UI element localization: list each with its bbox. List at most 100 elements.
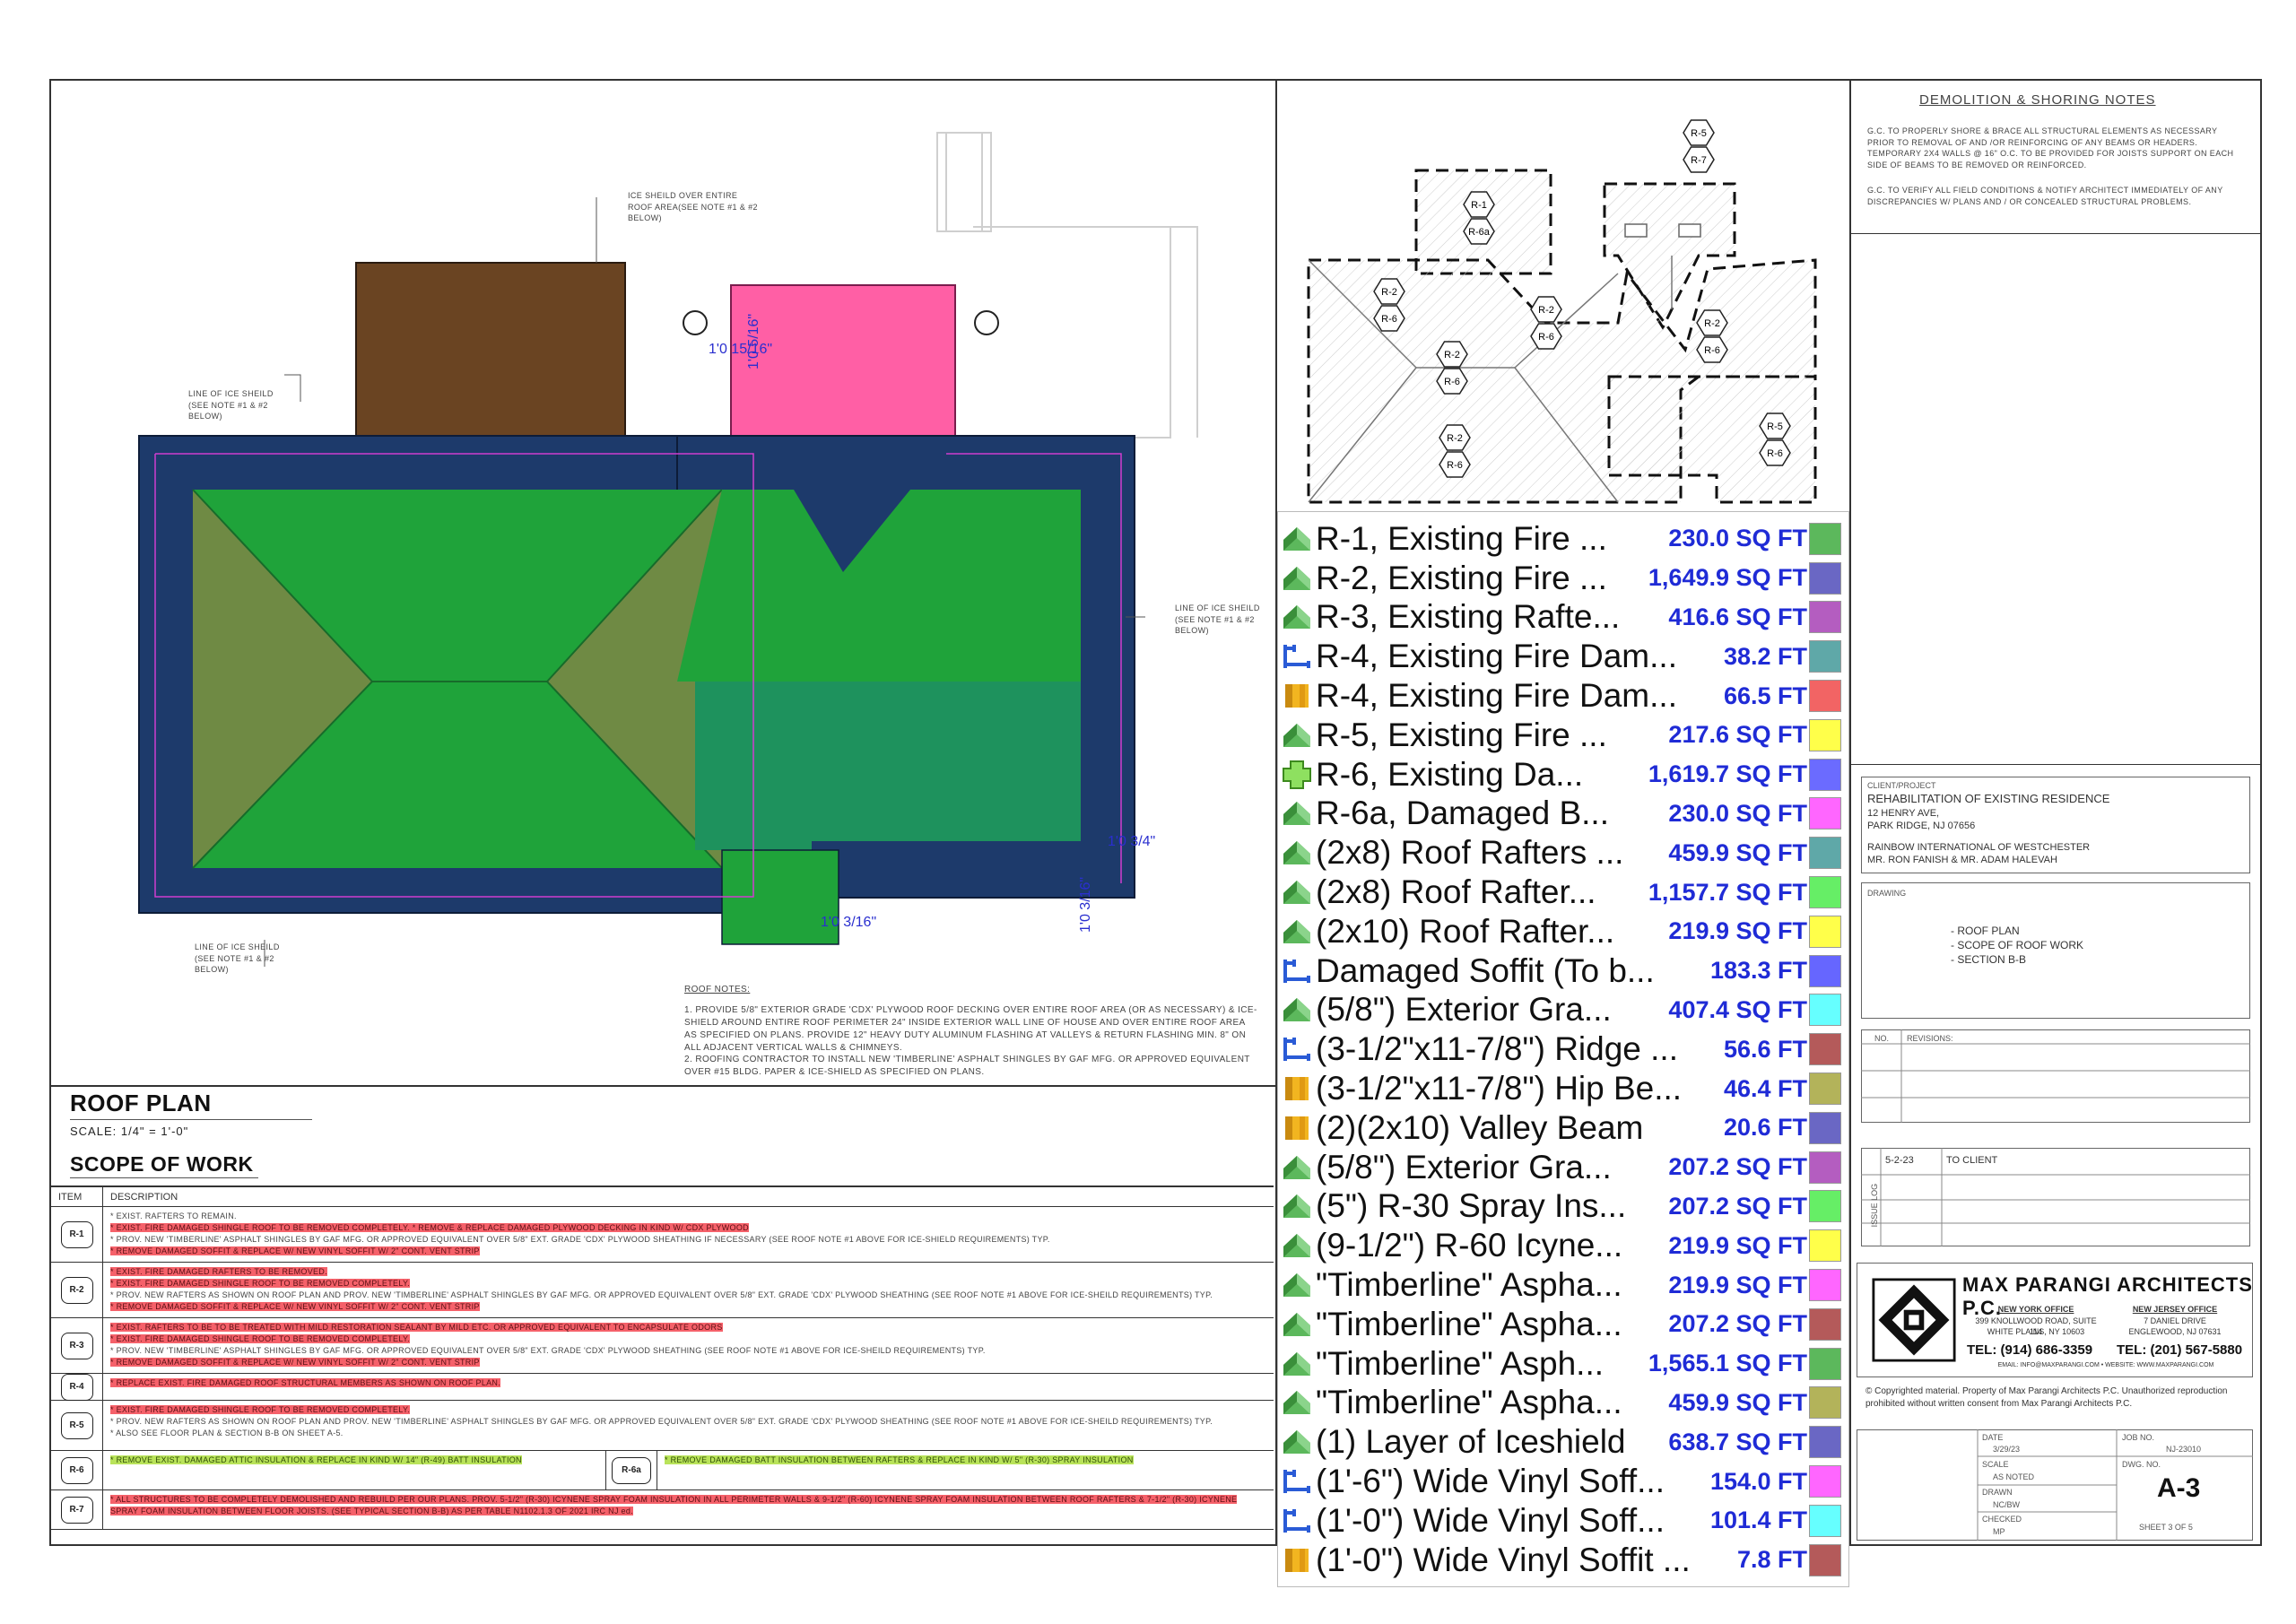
scope-table-header: ITEM DESCRIPTION (51, 1187, 1274, 1207)
legend-row[interactable]: R-5, Existing Fire ... 217.6 SQ FT (1278, 716, 1848, 755)
scope-line: * REMOVE DAMAGED BATT INSULATION BETWEEN… (665, 1455, 1134, 1464)
scope-line: * REMOVE EXIST. DAMAGED ATTIC INSULATION… (110, 1455, 522, 1464)
legend-color-swatch[interactable] (1809, 876, 1841, 909)
legend-row[interactable]: (2)(2x10) Valley Beam 20.6 FT (1278, 1108, 1848, 1148)
scope-line: * ALSO SEE FLOOR PLAN & SECTION B-B ON S… (110, 1429, 344, 1438)
count-block-icon (1278, 1071, 1316, 1107)
legend-row[interactable]: (9-1/2") R-60 Icyne... 219.9 SQ FT (1278, 1226, 1848, 1265)
scope-description: * REPLACE EXIST. FIRE DAMAGED ROOF STRUC… (103, 1374, 1274, 1400)
legend-item-name: R-5, Existing Fire ... (1316, 716, 1607, 753)
drawing-item-3: - SECTION B-B (1951, 953, 2027, 966)
scale-value: AS NOTED (1993, 1472, 2035, 1481)
legend-row[interactable]: R-2, Existing Fire ... 1,649.9 SQ FT (1278, 559, 1848, 598)
legend-row[interactable]: (2x8) Roof Rafter... 1,157.7 SQ FT (1278, 873, 1848, 912)
legend-color-swatch[interactable] (1809, 758, 1841, 791)
legend-color-swatch[interactable] (1809, 994, 1841, 1027)
legend-row[interactable]: (2x8) Roof Rafters ... 459.9 SQ FT (1278, 833, 1848, 873)
key-plan-tag-label: R-2 (1538, 305, 1554, 316)
date-value: 3/29/23 (1993, 1445, 2021, 1454)
key-plan-tag-label: R-6a (1468, 227, 1491, 238)
legend-row[interactable]: (5/8") Exterior Gra... 207.2 SQ FT (1278, 1148, 1848, 1187)
legend-color-swatch[interactable] (1809, 680, 1841, 713)
legend-color-swatch[interactable] (1809, 718, 1841, 751)
dwg-number: A-3 (2157, 1473, 2201, 1503)
legend-color-swatch[interactable] (1809, 1229, 1841, 1263)
scope-line: * EXIST. FIRE DAMAGED SHINGLE ROOF TO BE… (110, 1334, 410, 1344)
legend-row[interactable]: "Timberline" Aspha... 459.9 SQ FT (1278, 1384, 1848, 1423)
legend-color-swatch[interactable] (1809, 1386, 1841, 1420)
legend-row[interactable]: (1'-0") Wide Vinyl Soffit ... 7.8 FT (1278, 1541, 1848, 1580)
legend-row[interactable]: R-6, Existing Da... 1,619.7 SQ FT (1278, 755, 1848, 795)
roof-area-icon (1278, 717, 1316, 753)
legend-color-swatch[interactable] (1809, 1073, 1841, 1106)
legend-color-swatch[interactable] (1809, 601, 1841, 634)
legend-color-swatch[interactable] (1809, 561, 1841, 595)
legend-row[interactable]: (5/8") Exterior Gra... 407.4 SQ FT (1278, 991, 1848, 1030)
linear-measure-icon (1278, 953, 1316, 989)
scope-item-cell: R-3 (51, 1318, 103, 1373)
legend-color-swatch[interactable] (1809, 522, 1841, 555)
legend-color-swatch[interactable] (1809, 915, 1841, 948)
legend-row[interactable]: (3-1/2"x11-7/8") Ridge ... 56.6 FT (1278, 1029, 1848, 1069)
checked-value: MP (1993, 1527, 2005, 1536)
scope-rows: R-1 * EXIST. RAFTERS TO REMAIN. * EXIST. F… (51, 1207, 1274, 1530)
nj-office-address-2: ENGLEWOOD, NJ 07631 (2128, 1327, 2222, 1336)
legend-row[interactable]: R-1, Existing Fire ... 230.0 SQ FT (1278, 519, 1848, 559)
legend-row[interactable]: Damaged Soffit (To b... 183.3 FT (1278, 951, 1848, 991)
legend-item-quantity: 207.2 SQ FT (1668, 1153, 1807, 1181)
legend-item-name: R-1, Existing Fire ... (1316, 519, 1607, 557)
legend-row[interactable]: (1'-6") Wide Vinyl Soff... 154.0 FT (1278, 1462, 1848, 1501)
key-plan-tag: R-6 (1439, 451, 1471, 478)
legend-color-swatch[interactable] (1809, 1504, 1841, 1537)
scope-line: * EXIST. RAFTERS TO BE TO BE TREATED WIT… (110, 1323, 723, 1332)
legend-row[interactable]: R-4, Existing Fire Dam... 66.5 FT (1278, 676, 1848, 716)
legend-row[interactable]: "Timberline" Aspha... 207.2 SQ FT (1278, 1305, 1848, 1344)
legend-row[interactable]: (5") R-30 Spray Ins... 207.2 SQ FT (1278, 1187, 1848, 1227)
roof-area-icon (1278, 1307, 1316, 1342)
divider-middle-right (1849, 79, 1851, 1546)
legend-item-quantity: 638.7 SQ FT (1668, 1428, 1807, 1455)
scope-item-cell: R-5 (51, 1401, 103, 1450)
tel-ny: TEL: (914) 686-3359 (1967, 1342, 2093, 1358)
demolition-box-bottom (1849, 233, 2262, 234)
key-plan-tag-label: R-6 (1767, 448, 1783, 459)
legend-row[interactable]: (1) Layer of Iceshield 638.7 SQ FT (1278, 1422, 1848, 1462)
ny-office-title: NEW YORK OFFICE (1997, 1305, 2074, 1314)
scope-item-tag: R-2 (60, 1276, 93, 1304)
legend-color-swatch[interactable] (1809, 1269, 1841, 1302)
legend-color-swatch[interactable] (1809, 837, 1841, 870)
legend-row[interactable]: "Timberline" Asph... 1,565.1 SQ FT (1278, 1344, 1848, 1384)
legend-row[interactable]: R-3, Existing Rafte... 416.6 SQ FT (1278, 598, 1848, 638)
legend-item-name: (1'-0") Wide Vinyl Soff... (1316, 1501, 1665, 1539)
legend-color-swatch[interactable] (1809, 1307, 1841, 1341)
legend-color-swatch[interactable] (1809, 1426, 1841, 1459)
legend-item-quantity: 1,649.9 SQ FT (1648, 564, 1807, 592)
legend-item-name: R-6a, Damaged B... (1316, 795, 1609, 832)
legend-color-swatch[interactable] (1809, 640, 1841, 673)
legend-color-swatch[interactable] (1809, 954, 1841, 987)
legend-row[interactable]: (3-1/2"x11-7/8") Hip Be... 46.4 FT (1278, 1069, 1848, 1108)
legend-row[interactable]: R-6a, Damaged B... 230.0 SQ FT (1278, 795, 1848, 834)
legend-item-quantity: 101.4 FT (1709, 1507, 1807, 1534)
legend-row[interactable]: R-4, Existing Fire Dam... 38.2 FT (1278, 637, 1848, 676)
scope-item-cell: R-7 (51, 1490, 103, 1529)
key-plan-tag: R-6 (1436, 368, 1468, 395)
key-plan-tag: R-6a (1463, 218, 1495, 245)
scope-item-cell: R-6 (51, 1451, 103, 1489)
legend-color-swatch[interactable] (1809, 1543, 1841, 1576)
roof-plan-title: ROOF PLAN (70, 1090, 212, 1116)
legend-row[interactable]: (1'-0") Wide Vinyl Soff... 101.4 FT (1278, 1501, 1848, 1541)
legend-color-swatch[interactable] (1809, 1190, 1841, 1223)
date-label: DATE (1982, 1433, 2004, 1442)
legend-color-swatch[interactable] (1809, 1151, 1841, 1184)
legend-color-swatch[interactable] (1809, 1347, 1841, 1380)
legend-row[interactable]: "Timberline" Aspha... 219.9 SQ FT (1278, 1265, 1848, 1305)
scope-item-cell: R-2 (51, 1263, 103, 1317)
roof-area-icon (1278, 914, 1316, 950)
legend-item-name: (9-1/2") R-60 Icyne... (1316, 1227, 1623, 1264)
legend-row[interactable]: (2x10) Roof Rafter... 219.9 SQ FT (1278, 912, 1848, 951)
legend-color-swatch[interactable] (1809, 797, 1841, 830)
legend-color-swatch[interactable] (1809, 1033, 1841, 1066)
legend-color-swatch[interactable] (1809, 1111, 1841, 1144)
legend-color-swatch[interactable] (1809, 1465, 1841, 1498)
